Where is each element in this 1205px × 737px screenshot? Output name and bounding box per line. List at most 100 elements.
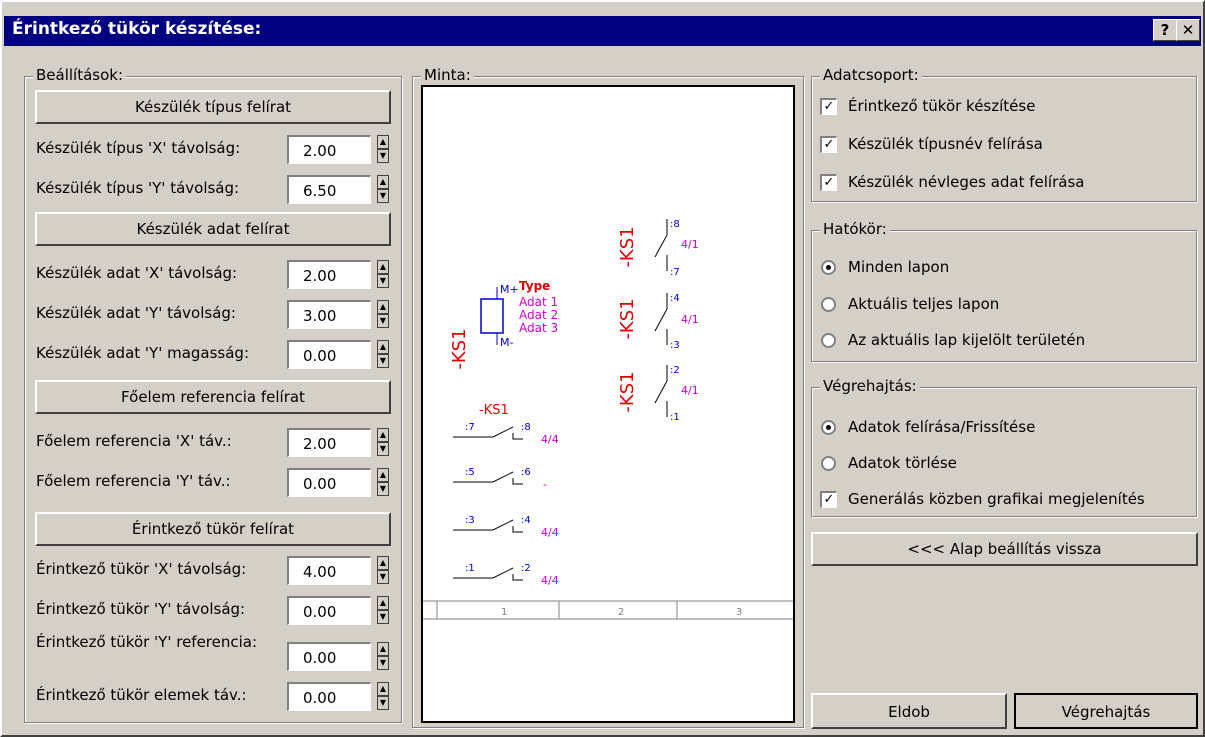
cancel-button[interactable]: Eldob [811, 693, 1007, 729]
spin-up-icon[interactable]: ▲ [377, 135, 389, 149]
spin-up-icon[interactable]: ▲ [377, 428, 389, 442]
data-y-spinner[interactable]: ▲ ▼ [377, 300, 389, 330]
spin-up-icon[interactable]: ▲ [377, 260, 389, 274]
m2-symbol [453, 471, 523, 485]
m1-symbol [453, 426, 523, 440]
type-x-field[interactable]: 2.00 [287, 135, 371, 164]
data-y-field[interactable]: 3.00 [287, 300, 371, 329]
ref-x-spinner[interactable]: ▲ ▼ [377, 428, 389, 458]
execute-button[interactable]: Végrehajtás [1014, 693, 1198, 729]
mirror-x-field[interactable]: 4.00 [287, 556, 371, 585]
spin-up-icon[interactable]: ▲ [377, 596, 389, 610]
scope-radio-3[interactable] [821, 333, 836, 348]
type-y-field[interactable]: 6.50 [287, 175, 371, 204]
data-header-button[interactable]: Készülék adat felírat [35, 212, 391, 246]
m1-left-num: :7 [465, 422, 475, 433]
coil-device-label: -KS1 [449, 328, 470, 369]
spin-down-icon[interactable]: ▼ [377, 656, 389, 670]
type-y-spinner[interactable]: ▲ ▼ [377, 175, 389, 205]
datagroup-label-3[interactable]: Készülék névleges adat felírása [848, 173, 1084, 191]
exec-graphic-check[interactable]: ✓ [820, 491, 837, 508]
scope-label-3[interactable]: Az aktuális lap kijelölt területén [848, 331, 1085, 349]
datagroup-legend: Adatcsoport: [820, 66, 922, 84]
m1-ref: 4/4 [541, 433, 559, 446]
spin-down-icon[interactable]: ▼ [377, 149, 389, 163]
spin-down-icon[interactable]: ▼ [377, 696, 389, 710]
help-button[interactable]: ? [1153, 19, 1177, 41]
strip-col2: 2 [618, 607, 624, 618]
datagroup-label-1[interactable]: Érintkező tükör készítése [848, 97, 1035, 115]
reset-defaults-button[interactable]: <<< Alap beállítás vissza [811, 532, 1198, 566]
m3-symbol [453, 519, 523, 533]
datagroup-check-2[interactable]: ✓ [820, 136, 837, 153]
m3-right-num: :4 [521, 515, 531, 526]
spin-up-icon[interactable]: ▲ [377, 642, 389, 656]
data-x-spinner[interactable]: ▲ ▼ [377, 260, 389, 290]
exec-label-2[interactable]: Adatok törlése [848, 454, 957, 472]
contact1-device: -KS1 [617, 226, 638, 267]
datagroup-check-1[interactable]: ✓ [820, 98, 837, 115]
mirror-y-label: Érintkező tükör 'Y' távolság: [36, 600, 246, 618]
ref-y-field[interactable]: 0.00 [287, 468, 371, 497]
data-h-field[interactable]: 0.00 [287, 340, 371, 369]
spin-up-icon[interactable]: ▲ [377, 340, 389, 354]
spin-up-icon[interactable]: ▲ [377, 175, 389, 189]
scope-radio-2[interactable] [821, 297, 836, 312]
spin-down-icon[interactable]: ▼ [377, 610, 389, 624]
ref-y-spinner[interactable]: ▲ ▼ [377, 468, 389, 498]
spin-down-icon[interactable]: ▼ [377, 314, 389, 328]
datagroup-label-2[interactable]: Készülék típusnév felírása [848, 135, 1043, 153]
contact1-ref: 4/1 [681, 238, 699, 251]
spin-up-icon[interactable]: ▲ [377, 300, 389, 314]
type-x-label: Készülék típus 'X' távolság: [36, 139, 241, 157]
data-x-field[interactable]: 2.00 [287, 260, 371, 289]
scope-label-1[interactable]: Minden lapon [848, 258, 949, 276]
mirror-ref-label: Érintkező tükör 'Y' referencia: [36, 633, 258, 651]
type-x-spinner[interactable]: ▲ ▼ [377, 135, 389, 165]
adat1-text: Adat 1 [519, 295, 558, 309]
exec-label-1[interactable]: Adatok felírása/Frissítése [848, 418, 1035, 436]
mirror-y-spinner[interactable]: ▲ ▼ [377, 596, 389, 626]
m1-right-num: :8 [521, 422, 531, 433]
spin-down-icon[interactable]: ▼ [377, 442, 389, 456]
datagroup-check-3[interactable]: ✓ [820, 174, 837, 191]
spin-up-icon[interactable]: ▲ [377, 682, 389, 696]
m2-ref: - [543, 478, 547, 491]
contact3-device: -KS1 [617, 371, 638, 412]
type-text: Type [519, 279, 550, 293]
radio-dot [826, 425, 831, 430]
mirror-header-button[interactable]: Érintkező tükör felírat [35, 512, 391, 546]
mirror-elem-field[interactable]: 0.00 [287, 682, 371, 711]
data-h-label: Készülék adat 'Y' magasság: [36, 344, 250, 362]
contact1-bottom-num: :7 [670, 267, 680, 278]
contact1-top-num: :8 [670, 219, 680, 230]
spin-down-icon[interactable]: ▼ [377, 274, 389, 288]
radio-dot [826, 265, 831, 270]
exec-graphic-label[interactable]: Generálás közben grafikai megjelenítés [848, 490, 1145, 508]
spin-up-icon[interactable]: ▲ [377, 556, 389, 570]
mirror-x-spinner[interactable]: ▲ ▼ [377, 556, 389, 586]
contact3-ref: 4/1 [681, 384, 699, 397]
contact2-blade [654, 308, 668, 332]
settings-legend: Beállítások: [33, 66, 127, 84]
contact2-top-num: :4 [670, 293, 680, 304]
exec-radio-2[interactable] [821, 456, 836, 471]
spin-down-icon[interactable]: ▼ [377, 570, 389, 584]
close-button[interactable]: ✕ [1176, 19, 1200, 41]
spin-up-icon[interactable]: ▲ [377, 468, 389, 482]
exec-radio-1[interactable] [821, 420, 836, 435]
mirror-y-field[interactable]: 0.00 [287, 596, 371, 625]
data-h-spinner[interactable]: ▲ ▼ [377, 340, 389, 370]
spin-down-icon[interactable]: ▼ [377, 354, 389, 368]
ref-header-button[interactable]: Főelem referencia felírat [35, 380, 391, 414]
contact2-device: -KS1 [617, 298, 638, 339]
type-header-button[interactable]: Készülék típus felírat [35, 90, 391, 124]
spin-down-icon[interactable]: ▼ [377, 189, 389, 203]
spin-down-icon[interactable]: ▼ [377, 482, 389, 496]
scope-radio-1[interactable] [821, 260, 836, 275]
scope-label-2[interactable]: Aktuális teljes lapon [848, 295, 999, 313]
mirror-elem-spinner[interactable]: ▲ ▼ [377, 682, 389, 712]
mirror-ref-spinner[interactable]: ▲ ▼ [377, 642, 389, 672]
mirror-ref-field[interactable]: 0.00 [287, 642, 371, 671]
ref-x-field[interactable]: 2.00 [287, 428, 371, 457]
